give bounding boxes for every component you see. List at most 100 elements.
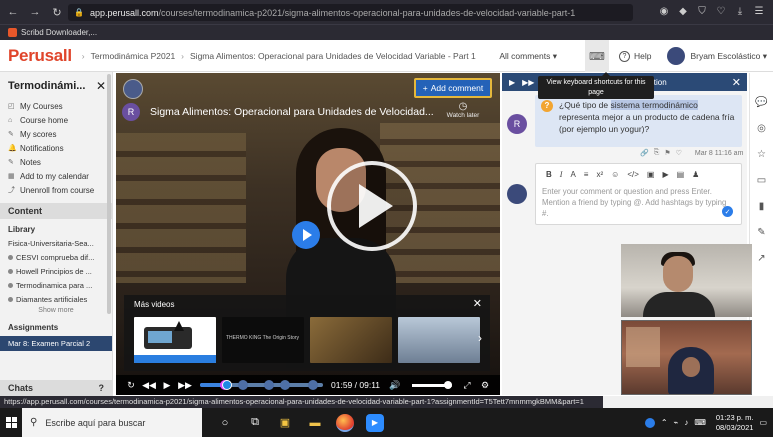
progress-handle[interactable]	[221, 380, 232, 390]
tag-icon[interactable]: ⎘	[654, 149, 660, 157]
emoji-icon[interactable]: ☺	[611, 170, 619, 179]
chat-icon[interactable]: ◎	[755, 121, 769, 135]
volume-slider[interactable]	[412, 380, 453, 389]
replay-icon[interactable]: ↻	[122, 378, 140, 392]
shield-icon[interactable]: ⛉	[696, 4, 708, 18]
library-item[interactable]: Fisica-Universitaria-Sea...	[0, 236, 112, 250]
sidebar-scrollbar[interactable]	[107, 74, 111, 314]
inbox-icon[interactable]: ▭	[755, 173, 769, 187]
back-icon[interactable]: ←	[4, 3, 22, 21]
superscript-icon[interactable]: x²	[596, 170, 603, 179]
fast-forward-icon[interactable]: ▶▶	[522, 78, 534, 87]
help-icon[interactable]: ?	[99, 383, 105, 393]
comment-marker[interactable]	[264, 380, 274, 390]
sidebar-item-notifications[interactable]: 🔔 Notifications	[8, 141, 112, 155]
perusall-logo[interactable]: Perusall	[8, 46, 72, 66]
video-thumbnail[interactable]	[398, 317, 480, 363]
video-thumbnail[interactable]	[134, 317, 216, 363]
firefox-icon[interactable]	[336, 413, 354, 432]
analytics-icon[interactable]: ↗	[755, 251, 769, 265]
comment-marker[interactable]	[280, 380, 290, 390]
task-view-icon[interactable]: ⧉	[244, 412, 266, 434]
volume-handle[interactable]	[444, 380, 453, 389]
video-player[interactable]: R Sigma Alimentos: Operacional para Unid…	[116, 73, 500, 395]
help-button[interactable]: ? Help	[618, 50, 651, 62]
star-icon[interactable]: ☆	[755, 147, 769, 161]
list-icon[interactable]: ≡	[584, 170, 589, 179]
text-color-icon[interactable]: A	[570, 170, 575, 179]
bold-icon[interactable]: B	[546, 170, 552, 179]
edit-icon[interactable]: ✎	[755, 225, 769, 239]
attach-icon[interactable]: ▤	[677, 170, 685, 179]
close-icon[interactable]: ✕	[96, 79, 106, 93]
add-comment-button[interactable]: + Add comment	[414, 78, 492, 98]
volume-icon[interactable]: 🔊	[386, 378, 404, 392]
video-thumbnail[interactable]: THERMO KING The Origin Story	[222, 317, 304, 363]
start-button[interactable]	[0, 408, 22, 437]
comment-play-button[interactable]	[292, 221, 320, 249]
language-icon[interactable]: ⌨	[694, 418, 706, 427]
keyboard-shortcuts-button[interactable]: ⌨	[584, 40, 609, 72]
question-comment[interactable]: ? ¿Qué tipo de sistema termodinámico rep…	[535, 95, 742, 147]
watch-later-button[interactable]: ◷ Watch later	[438, 101, 488, 119]
image-icon[interactable]: ▣	[647, 170, 655, 179]
content-section-header[interactable]: Content	[0, 203, 112, 219]
assignment-item-active[interactable]: Mar 8: Examen Parcial 2	[0, 336, 112, 351]
fullscreen-icon[interactable]: ⤢	[458, 378, 476, 392]
bookmark-scribd[interactable]: Scribd Downloader,...	[8, 28, 97, 37]
forward-icon[interactable]: →	[26, 3, 44, 21]
user-menu[interactable]: Bryam Escolástico ▾	[667, 47, 767, 65]
all-comments-dropdown[interactable]: All comments ▾	[499, 51, 557, 62]
taskbar-search[interactable]: ⚲ Escribe aquí para buscar	[22, 408, 202, 437]
video-progress-bar[interactable]	[200, 380, 323, 390]
code-icon[interactable]: </>	[627, 170, 639, 179]
comment-input[interactable]: Enter your comment or question and press…	[536, 180, 741, 219]
address-bar[interactable]: 🔒 app.perusall.com/courses/termodinamica…	[68, 4, 633, 21]
heart-icon[interactable]: ♡	[715, 4, 727, 18]
chevron-right-icon[interactable]: ›	[478, 331, 482, 345]
library-item[interactable]: Diamantes artificiales	[0, 292, 112, 306]
notifications-icon[interactable]: ▭	[759, 418, 767, 427]
extension-icon[interactable]: ◆	[677, 4, 689, 18]
play-icon[interactable]: ▶	[509, 78, 515, 87]
taskbar-clock[interactable]: 01:23 p. m. 08/03/2021	[716, 413, 754, 433]
bookmark-icon[interactable]: ▮	[755, 199, 769, 213]
volume-icon[interactable]: ♪	[684, 418, 688, 427]
zoom-icon[interactable]: ▶	[366, 413, 384, 432]
sidebar-item-my-courses[interactable]: ◰ My Courses	[8, 99, 112, 113]
store-icon[interactable]: ▣	[274, 412, 296, 434]
show-more-link[interactable]: Show more	[0, 306, 112, 317]
screenshot-icon[interactable]: ◉	[658, 4, 670, 18]
chevron-up-icon[interactable]: ⌃	[661, 418, 668, 427]
link-icon[interactable]: 🔗	[640, 149, 649, 157]
sidebar-item-unenroll[interactable]: ⤴ Unenroll from course	[8, 183, 112, 197]
italic-icon[interactable]: I	[560, 170, 563, 179]
comment-editor[interactable]: B I A ≡ x² ☺ </> ▣ ▶ ▤ ♟ Enter your comm…	[535, 163, 742, 225]
video-thumbnail[interactable]	[310, 317, 392, 363]
flag-icon[interactable]: ⚑	[664, 149, 670, 157]
close-icon[interactable]: ✕	[473, 297, 482, 310]
sidebar-item-my-scores[interactable]: ✎ My scores	[8, 127, 112, 141]
sidebar-item-notes[interactable]: ✎ Notes	[8, 155, 112, 169]
comment-marker[interactable]	[308, 380, 318, 390]
breadcrumb-course[interactable]: Termodinámica P2021	[91, 51, 176, 61]
comment-marker[interactable]	[238, 380, 248, 390]
rewind-icon[interactable]: ◀◀	[140, 378, 158, 392]
mark-icon[interactable]: ♟	[692, 170, 699, 179]
settings-icon[interactable]: ⚙	[476, 378, 494, 392]
cortana-icon[interactable]: ○	[214, 412, 236, 434]
play-button[interactable]	[327, 161, 417, 251]
check-icon[interactable]: ✓	[722, 206, 733, 217]
video-title[interactable]: Sigma Alimentos: Operacional para Unidad…	[150, 106, 434, 118]
fast-forward-icon[interactable]: ▶▶	[176, 378, 194, 392]
library-item[interactable]: Termodinamica para ...	[0, 278, 112, 292]
like-icon[interactable]: ♡	[676, 149, 682, 157]
sidebar-item-course-home[interactable]: ⌂ Course home	[8, 113, 112, 127]
onedrive-icon[interactable]	[644, 417, 655, 428]
chats-section-header[interactable]: Chats ?	[0, 380, 112, 396]
sidebar-item-calendar[interactable]: ▦ Add to my calendar	[8, 169, 112, 183]
library-item[interactable]: CESVI comprueba dif...	[0, 250, 112, 264]
menu-icon[interactable]: ☰	[753, 4, 765, 18]
library-item[interactable]: Howell Principios de ...	[0, 264, 112, 278]
close-icon[interactable]: ✕	[732, 76, 741, 89]
